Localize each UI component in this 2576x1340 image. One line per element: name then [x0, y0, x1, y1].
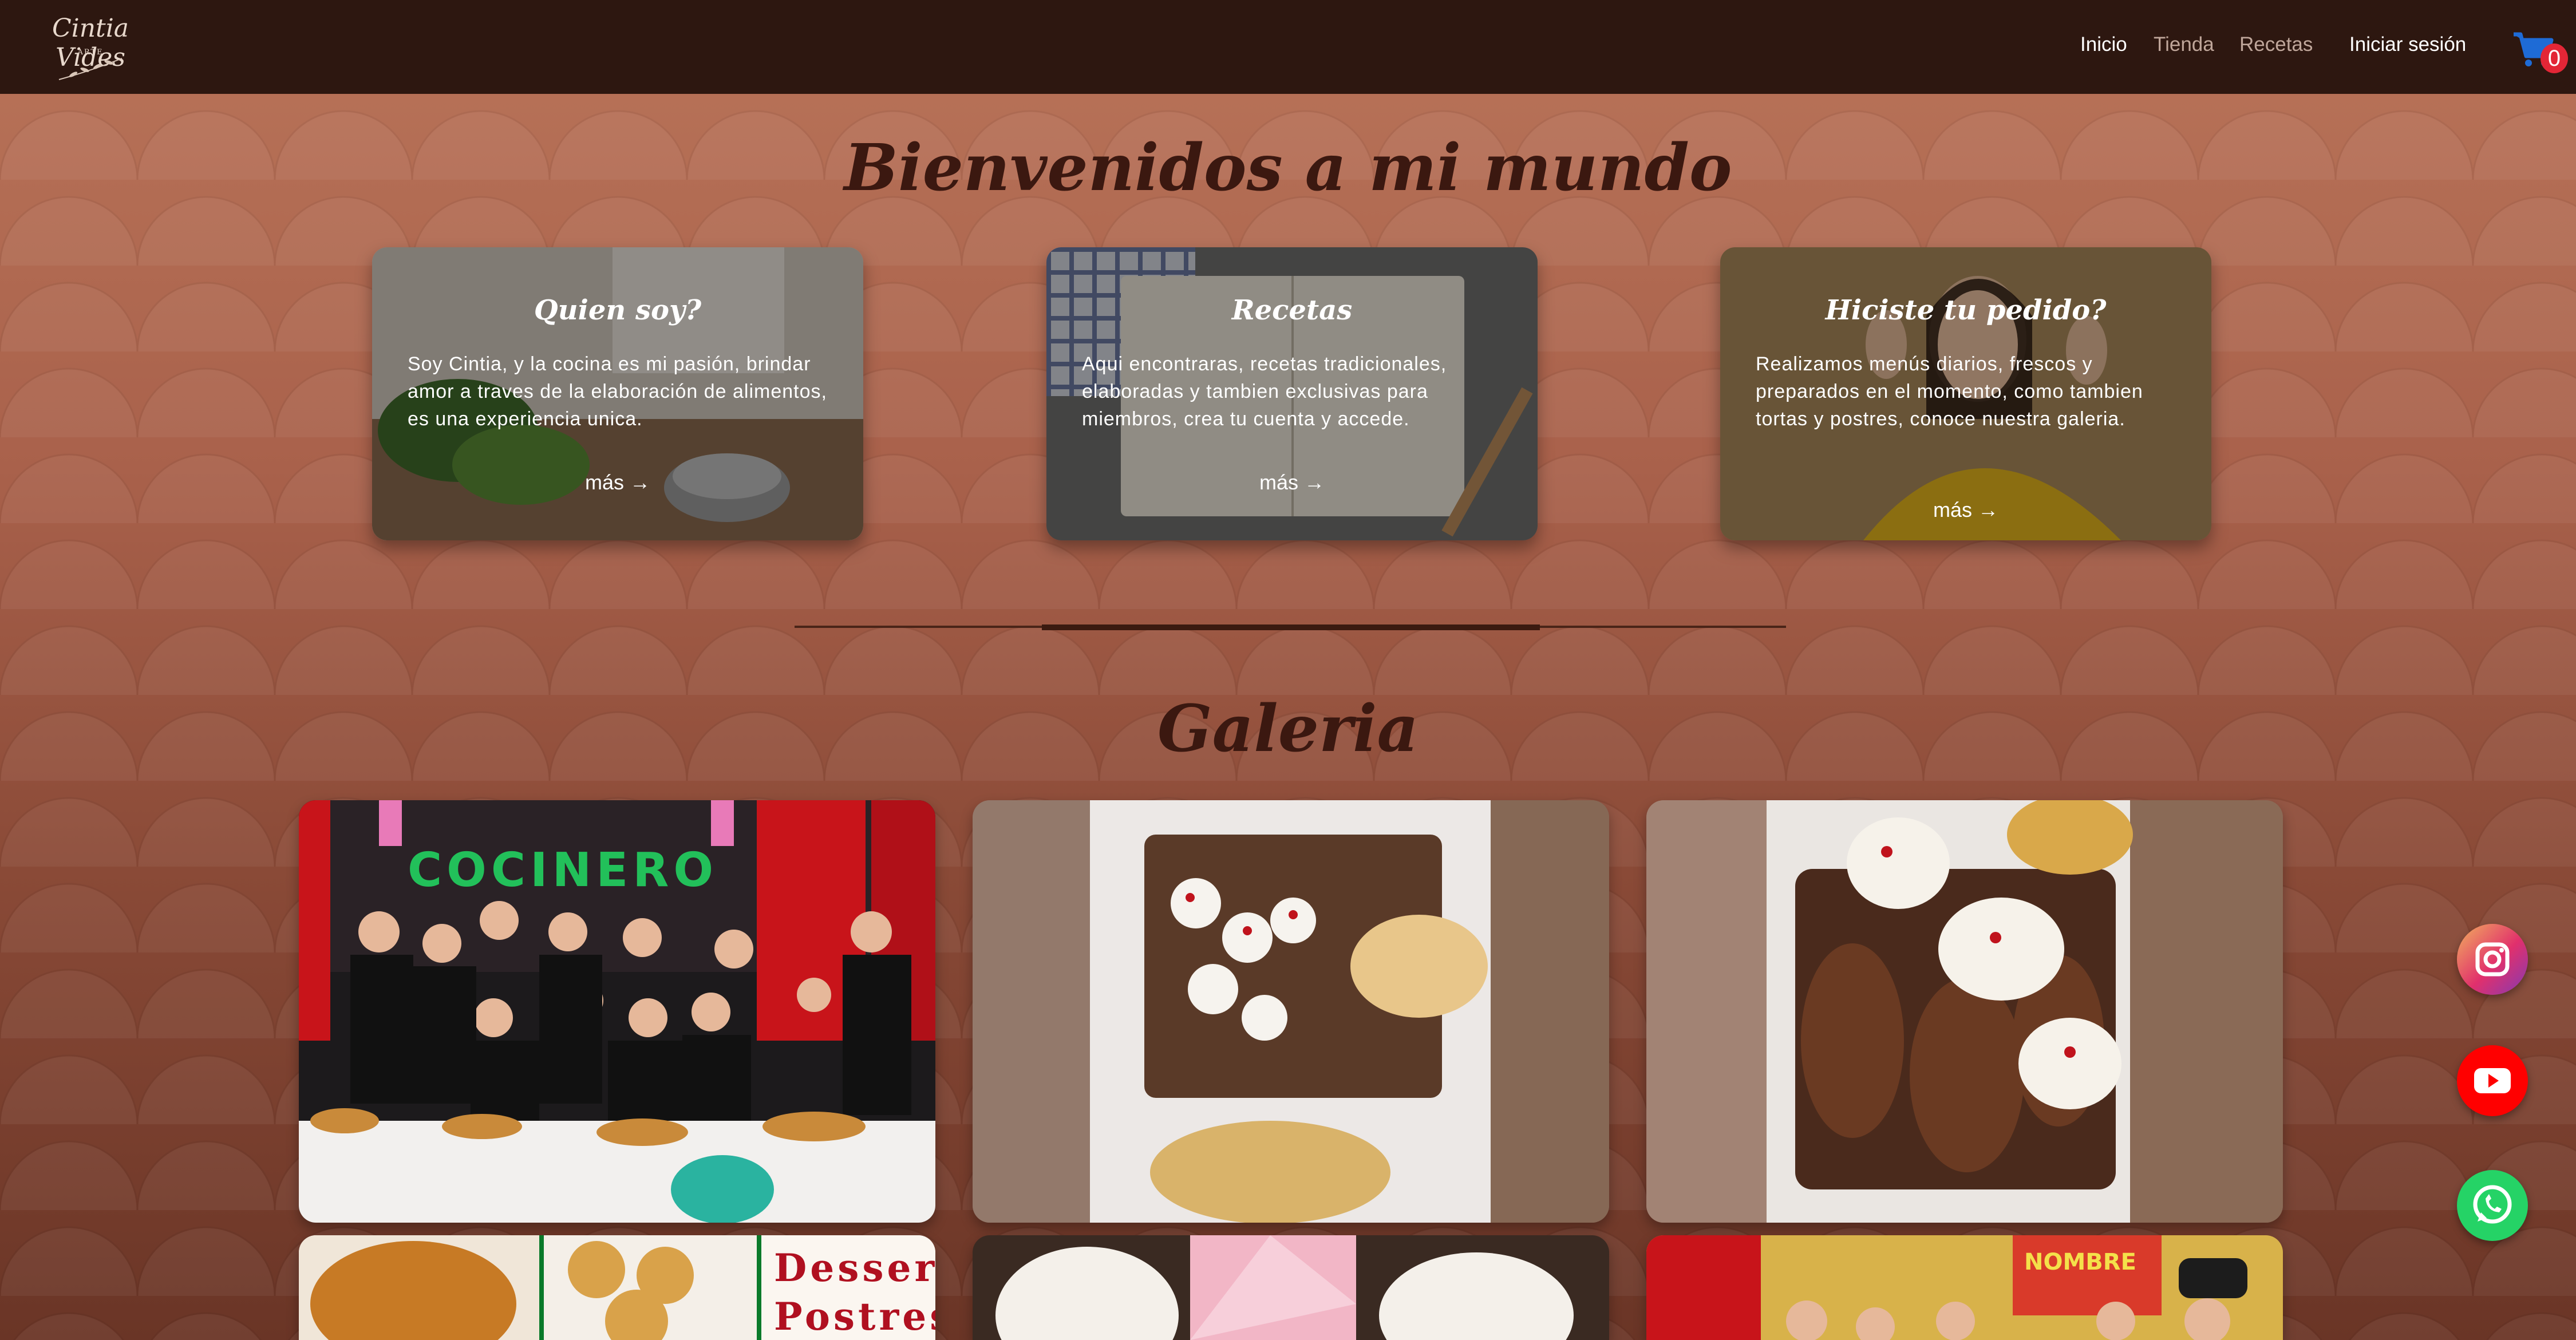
- gallery-image-6[interactable]: NOMBRE: [1646, 1235, 2283, 1340]
- brand-logo[interactable]: Cintia Vides ARTE: [22, 14, 159, 81]
- nav-tienda[interactable]: Tienda: [2154, 33, 2214, 56]
- gallery-title: Galeria: [1157, 691, 1419, 766]
- card-pedido[interactable]: Hiciste tu pedido? Realizamos menús diar…: [1720, 247, 2211, 540]
- page-title: Bienvenidos a mi mundo: [844, 131, 1732, 205]
- event-photo: NOMBRE: [1646, 1235, 2283, 1340]
- section-divider-accent: [1042, 624, 1540, 630]
- gallery-image-5[interactable]: [973, 1235, 1609, 1340]
- card-title: Quien soy?: [534, 294, 702, 326]
- more-link[interactable]: más →: [1720, 498, 2211, 522]
- nav-recetas[interactable]: Recetas: [2239, 33, 2313, 56]
- youtube-icon: [2474, 1068, 2511, 1093]
- card-quien-soy[interactable]: Quien soy? Soy Cintia, y la cocina es mi…: [372, 247, 863, 540]
- more-link[interactable]: más →: [372, 471, 863, 495]
- nav-inicio[interactable]: Inicio: [2080, 33, 2127, 56]
- cart-count-badge: 0: [2541, 44, 2568, 73]
- panettone-photo: [1646, 800, 2283, 1223]
- group-photo: COCINERO: [299, 800, 935, 1223]
- dessert-postres-photo: Dessert Postres: [299, 1235, 935, 1340]
- gallery-image-2[interactable]: [973, 800, 1609, 1223]
- card-recetas[interactable]: Recetas Aqui encontraras, recetas tradic…: [1046, 247, 1538, 540]
- mural-text: NOMBRE: [2024, 1249, 2136, 1275]
- banner-text: COCINERO: [408, 843, 718, 898]
- whatsapp-button[interactable]: [2457, 1170, 2528, 1241]
- dessert-tray-photo: [973, 800, 1609, 1223]
- postres-text: Postres: [774, 1294, 935, 1339]
- login-link[interactable]: Iniciar sesión: [2349, 33, 2466, 56]
- whatsapp-icon: [2473, 1185, 2512, 1224]
- dessert-text: Dessert: [774, 1246, 935, 1290]
- card-text: Soy Cintia, y la cocina es mi pasión, br…: [408, 353, 827, 430]
- navbar: Cintia Vides ARTE Inicio Tienda Recetas …: [0, 0, 2576, 94]
- leaf-branch-icon: [58, 58, 123, 80]
- gallery-image-1[interactable]: COCINERO: [299, 800, 935, 1223]
- meringue-pie-photo: [973, 1235, 1609, 1340]
- instagram-icon: [2475, 942, 2510, 977]
- youtube-button[interactable]: [2457, 1045, 2528, 1116]
- gallery-image-3[interactable]: [1646, 800, 2283, 1223]
- card-text: Realizamos menús diarios, frescos y prep…: [1756, 353, 2143, 430]
- instagram-button[interactable]: [2457, 924, 2528, 995]
- card-title: Recetas: [1231, 294, 1353, 326]
- gallery-image-4[interactable]: Dessert Postres: [299, 1235, 935, 1340]
- more-link[interactable]: más →: [1046, 471, 1538, 495]
- card-title: Hiciste tu pedido?: [1825, 294, 2107, 326]
- card-text: Aqui encontraras, recetas tradicionales,…: [1082, 353, 1447, 430]
